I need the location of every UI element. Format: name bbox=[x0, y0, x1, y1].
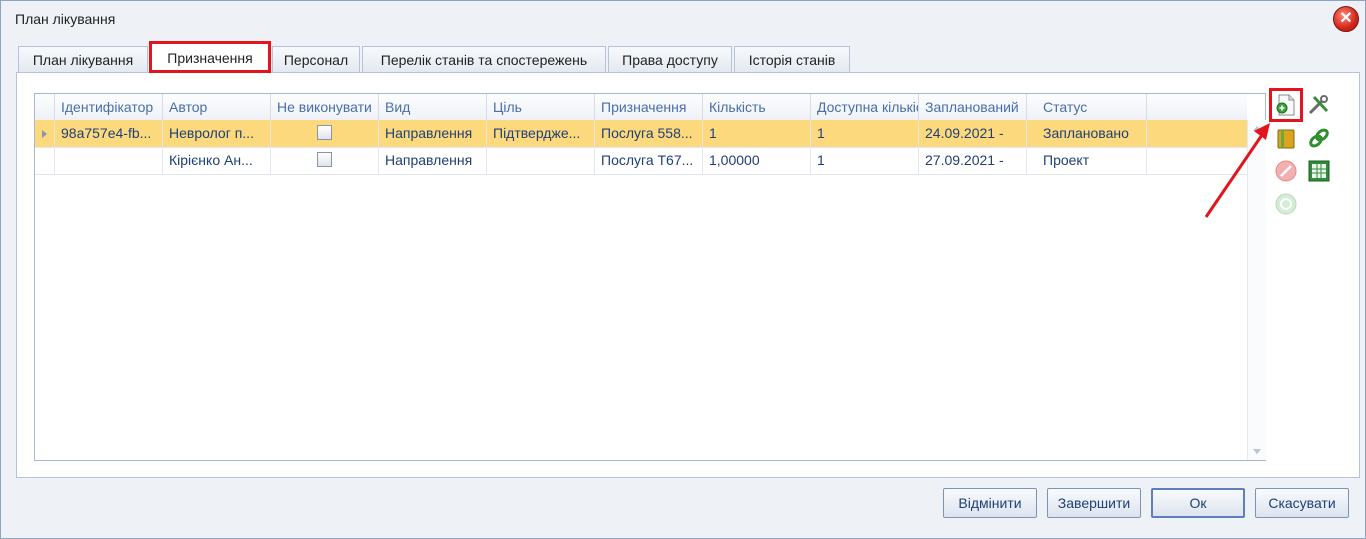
refresh-icon bbox=[1275, 193, 1297, 215]
book-button[interactable] bbox=[1272, 124, 1300, 152]
cell-goal bbox=[487, 147, 595, 174]
tab-state-history[interactable]: Історія станів bbox=[734, 46, 850, 72]
cancel-icon bbox=[1275, 160, 1297, 182]
column-header-quantity[interactable]: Кількість bbox=[703, 94, 811, 120]
cell-planned: 27.09.2021 - bbox=[919, 147, 1027, 174]
header-indicator bbox=[35, 94, 55, 120]
cell-status: Проект bbox=[1037, 147, 1147, 174]
table-row[interactable]: Кірієнко Ан... Направлення Послуга T67..… bbox=[35, 147, 1247, 175]
cell-quantity: 1 bbox=[703, 120, 811, 147]
add-document-icon bbox=[1276, 94, 1295, 116]
not-execute-checkbox[interactable] bbox=[317, 152, 332, 167]
cell-kind: Направлення bbox=[379, 120, 487, 147]
book-icon bbox=[1277, 129, 1295, 149]
refresh-button[interactable] bbox=[1272, 190, 1300, 218]
cell-assignment: Послуга T67... bbox=[595, 147, 703, 174]
cell-goal: Підтвердже... bbox=[487, 120, 595, 147]
title-bar[interactable]: План лікування ✕ bbox=[1, 1, 1365, 37]
row-indicator bbox=[35, 120, 55, 147]
finish-button[interactable]: Завершити bbox=[1047, 488, 1141, 518]
scroll-up-icon[interactable] bbox=[1253, 126, 1261, 131]
column-header-kind[interactable]: Вид bbox=[379, 94, 487, 120]
vertical-scrollbar[interactable] bbox=[1247, 120, 1266, 460]
row-indicator bbox=[35, 147, 55, 174]
tab-conditions-observations[interactable]: Перелік станів та спостережень bbox=[362, 46, 606, 72]
column-header-author[interactable]: Автор bbox=[163, 94, 271, 120]
cell-not-execute bbox=[271, 147, 379, 174]
tab-treatment-plan[interactable]: План лікування bbox=[18, 46, 148, 72]
row-pointer-icon bbox=[42, 130, 47, 138]
column-header-status[interactable]: Статус bbox=[1037, 94, 1147, 120]
cell-author: Невролог п... bbox=[163, 120, 271, 147]
cell-quantity: 1,00000 bbox=[703, 147, 811, 174]
grid-header: Ідентифікатор Автор Не виконувати Вид Ці… bbox=[35, 94, 1247, 121]
tools-button[interactable] bbox=[1305, 91, 1333, 119]
tab-staff[interactable]: Персонал bbox=[272, 46, 360, 72]
cell-id bbox=[55, 147, 163, 174]
cell-author: Кірієнко Ан... bbox=[163, 147, 271, 174]
cell-status: Заплановано bbox=[1037, 120, 1147, 147]
window-title: План лікування bbox=[15, 11, 116, 27]
table-row[interactable]: 98a757e4-fb... Невролог п... Направлення… bbox=[35, 120, 1247, 148]
column-header-not-execute[interactable]: Не виконувати bbox=[271, 94, 379, 120]
tab-assignments[interactable]: Призначення bbox=[149, 41, 271, 73]
cell-id: 98a757e4-fb... bbox=[55, 120, 163, 147]
close-icon: ✕ bbox=[1339, 10, 1353, 27]
cancel-button[interactable]: Скасувати bbox=[1255, 488, 1349, 518]
column-header-assignment[interactable]: Призначення bbox=[595, 94, 703, 120]
tools-icon bbox=[1308, 95, 1329, 115]
link-icon bbox=[1309, 128, 1329, 148]
column-header-planned[interactable]: Запланований bbox=[919, 94, 1027, 120]
column-header-id[interactable]: Ідентифікатор bbox=[55, 94, 163, 120]
cell-available: 1 bbox=[811, 147, 919, 174]
add-assignment-button[interactable] bbox=[1269, 88, 1303, 122]
close-button[interactable]: ✕ bbox=[1333, 6, 1359, 32]
tab-access-rights[interactable]: Права доступу bbox=[608, 46, 732, 72]
column-header-available[interactable]: Доступна кількість bbox=[811, 94, 919, 120]
cell-planned: 24.09.2021 - bbox=[919, 120, 1027, 147]
scroll-down-icon[interactable] bbox=[1253, 449, 1261, 454]
column-header-goal[interactable]: Ціль bbox=[487, 94, 595, 120]
ok-button[interactable]: Ок bbox=[1151, 488, 1245, 518]
assignments-grid: Ідентифікатор Автор Не виконувати Вид Ці… bbox=[34, 93, 1266, 461]
cell-available: 1 bbox=[811, 120, 919, 147]
spreadsheet-icon bbox=[1308, 160, 1330, 182]
cell-assignment: Послуга 558... bbox=[595, 120, 703, 147]
cell-kind: Направлення bbox=[379, 147, 487, 174]
cancel-assignment-button[interactable] bbox=[1272, 157, 1300, 185]
cell-not-execute bbox=[271, 120, 379, 147]
link-button[interactable] bbox=[1305, 124, 1333, 152]
not-execute-checkbox[interactable] bbox=[317, 125, 332, 140]
undo-button[interactable]: Відмінити bbox=[943, 488, 1037, 518]
spreadsheet-button[interactable] bbox=[1305, 157, 1333, 185]
